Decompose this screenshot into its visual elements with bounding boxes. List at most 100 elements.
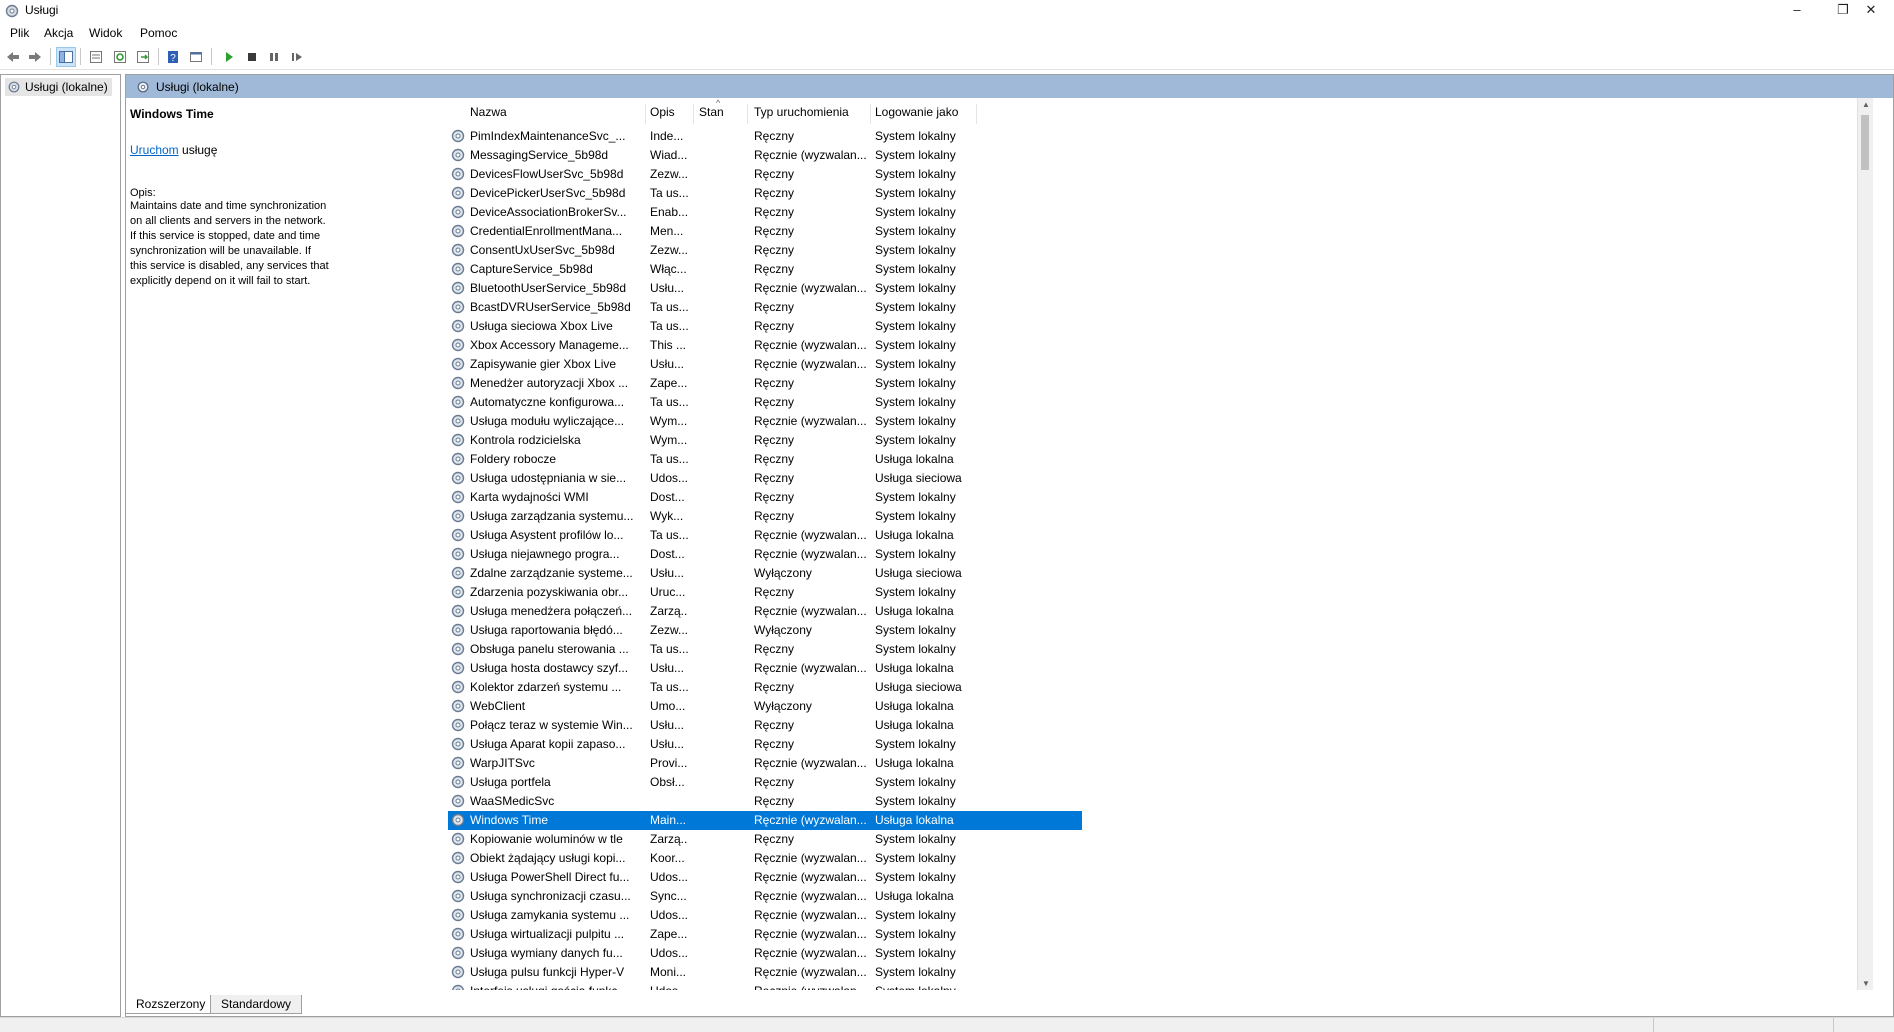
table-row[interactable]: WarpJITSvc Provi... Ręcznie (wyzwalan... Us… xyxy=(448,754,1082,773)
service-startup-type: Ręcznie (wyzwalan... xyxy=(754,148,866,162)
start-service-icon[interactable] xyxy=(219,47,239,67)
pause-service-icon[interactable] xyxy=(264,47,284,67)
table-row[interactable]: Usługa Asystent profilów lo... Ta us... Rę… xyxy=(448,526,1082,545)
table-row[interactable]: Obiekt żądający usługi kopi... Koor... Ręc… xyxy=(448,849,1082,868)
table-row[interactable]: Zdarzenia pozyskiwania obr... Uruc... Ręcz… xyxy=(448,583,1082,602)
service-gear-icon xyxy=(451,889,465,903)
table-row[interactable]: Usługa raportowania błędó... Zezw... Wyłąc… xyxy=(448,621,1082,640)
column-divider[interactable] xyxy=(645,104,646,124)
table-row[interactable]: Usługa niejawnego progra... Dost... Ręczni… xyxy=(448,545,1082,564)
column-header-logowanie-jako[interactable]: Logowanie jako xyxy=(875,98,958,119)
show-hide-tree-icon[interactable] xyxy=(56,47,76,67)
table-row[interactable]: Windows Time Main... Ręcznie (wyzwalan... U… xyxy=(448,811,1082,830)
table-row[interactable]: WebClient Umo... Wyłączony Usługa lokalna xyxy=(448,697,1082,716)
minimize-button[interactable]: – xyxy=(1774,0,1820,22)
scroll-up-icon[interactable]: ▲ xyxy=(1858,100,1873,109)
table-row[interactable]: Usługa modułu wyliczające... Wym... Ręczni… xyxy=(448,412,1082,431)
restart-service-icon[interactable] xyxy=(287,47,307,67)
toolbar-separator xyxy=(80,48,81,65)
service-startup-type: Ręcznie (wyzwalan... xyxy=(754,281,866,295)
table-row[interactable]: Usługa menedżera połączeń... Zarzą... Ręcz… xyxy=(448,602,1082,621)
table-row[interactable]: Kopiowanie woluminów w tle Zarzą... Ręczny… xyxy=(448,830,1082,849)
forward-arrow-icon[interactable] xyxy=(25,47,45,67)
table-row[interactable]: Interfejs usługi gościa funkc... Udos... R… xyxy=(448,982,1082,990)
table-row[interactable]: Menedżer autoryzacji Xbox ... Zape... Ręcz… xyxy=(448,374,1082,393)
scroll-down-icon[interactable]: ▼ xyxy=(1858,979,1873,988)
table-row[interactable]: WaaSMedicSvc Ręczny System lokalny xyxy=(448,792,1082,811)
table-row[interactable]: Usługa zarządzania systemu... Wyk... Ręczn… xyxy=(448,507,1082,526)
table-row[interactable]: CaptureService_5b98d Włąc... Ręczny System … xyxy=(448,260,1082,279)
tree-item-services-local[interactable]: Usługi (lokalne) xyxy=(5,78,112,96)
table-row[interactable]: Usługa wymiany danych fu... Udos... Ręczni… xyxy=(448,944,1082,963)
table-row[interactable]: Kolektor zdarzeń systemu ... Ta us... Ręcz… xyxy=(448,678,1082,697)
column-divider[interactable] xyxy=(870,104,871,124)
table-row[interactable]: Zdalne zarządzanie systeme... Usłu... Wyłą… xyxy=(448,564,1082,583)
service-log-on-as: System lokalny xyxy=(875,129,956,143)
table-row[interactable]: Zapisywanie gier Xbox Live Usłu... Ręcznie… xyxy=(448,355,1082,374)
table-row[interactable]: CredentialEnrollmentMana... Men... Ręczny S… xyxy=(448,222,1082,241)
export-list-icon[interactable] xyxy=(133,47,153,67)
services-gear-icon xyxy=(5,4,19,18)
stop-service-icon[interactable] xyxy=(242,47,262,67)
table-row[interactable]: Usługa sieciowa Xbox Live Ta us... Ręczny S… xyxy=(448,317,1082,336)
menu-widok[interactable]: Widok xyxy=(89,26,122,40)
column-divider[interactable] xyxy=(693,104,694,124)
table-row[interactable]: BcastDVRUserService_5b98d Ta us... Ręczny S… xyxy=(448,298,1082,317)
service-gear-icon xyxy=(451,148,465,162)
table-row[interactable]: MessagingService_5b98d Wiad... Ręcznie (wy… xyxy=(448,146,1082,165)
column-header-opis[interactable]: Opis xyxy=(650,98,675,119)
service-name: Usługa sieciowa Xbox Live xyxy=(470,319,613,333)
column-divider[interactable] xyxy=(747,104,748,124)
table-row[interactable]: Automatyczne konfigurowa... Ta us... Ręczn… xyxy=(448,393,1082,412)
properties-icon[interactable] xyxy=(86,47,106,67)
service-description-short: Usłu... xyxy=(650,661,685,675)
table-row[interactable]: ConsentUxUserSvc_5b98d Zezw... Ręczny Syste… xyxy=(448,241,1082,260)
table-row[interactable]: Kontrola rodzicielska Wym... Ręczny System … xyxy=(448,431,1082,450)
menu-pomoc[interactable]: Pomoc xyxy=(140,26,177,40)
table-row[interactable]: Usługa synchronizacji czasu... Sync... Ręc… xyxy=(448,887,1082,906)
services-gear-icon xyxy=(137,81,149,92)
table-row[interactable]: Usługa portfela Obsł... Ręczny System lokal… xyxy=(448,773,1082,792)
column-divider[interactable] xyxy=(976,104,977,124)
table-row[interactable]: DeviceAssociationBrokerSv... Enab... Ręczn… xyxy=(448,203,1082,222)
table-row[interactable]: Usługa pulsu funkcji Hyper-V Moni... Ręczn… xyxy=(448,963,1082,982)
service-gear-icon xyxy=(451,870,465,884)
scrollbar-thumb[interactable] xyxy=(1861,115,1869,170)
tab-standardowy[interactable]: Standardowy xyxy=(210,995,303,1014)
service-description-short: Uruc... xyxy=(650,585,686,599)
start-service-link[interactable]: Uruchom xyxy=(130,143,179,157)
table-row[interactable]: Usługa wirtualizacji pulpitu ... Zape... R… xyxy=(448,925,1082,944)
menu-akcja[interactable]: Akcja xyxy=(44,26,73,40)
table-row[interactable]: PimIndexMaintenanceSvc_... Inde... Ręczny S… xyxy=(448,127,1082,146)
table-row[interactable]: BluetoothUserService_5b98d Usłu... Ręcznie… xyxy=(448,279,1082,298)
service-log-on-as: System lokalny xyxy=(875,224,956,238)
service-gear-icon xyxy=(451,528,465,542)
help-icon[interactable]: ? xyxy=(163,47,183,67)
column-header-typ-uruchomienia[interactable]: Typ uruchomienia xyxy=(754,98,849,119)
column-header-nazwa[interactable]: Nazwa xyxy=(470,98,507,119)
service-name: Obiekt żądający usługi kopi... xyxy=(470,851,626,865)
menu-plik[interactable]: Plik xyxy=(10,26,29,40)
service-startup-type: Ręczny xyxy=(754,509,795,523)
table-row[interactable]: Usługa hosta dostawcy szyf... Usłu... Ręcz… xyxy=(448,659,1082,678)
service-log-on-as: System lokalny xyxy=(875,908,956,922)
table-row[interactable]: DevicePickerUserSvc_5b98d Ta us... Ręczny S… xyxy=(448,184,1082,203)
table-row[interactable]: Obsługa panelu sterowania ... Ta us... Ręc… xyxy=(448,640,1082,659)
console-view-icon[interactable] xyxy=(186,47,206,67)
service-name: MessagingService_5b98d xyxy=(470,148,609,162)
refresh-icon[interactable] xyxy=(110,47,130,67)
vertical-scrollbar[interactable]: ▲ ▼ xyxy=(1857,98,1873,990)
table-row[interactable]: Usługa zamykania systemu ... Udos... Ręczn… xyxy=(448,906,1082,925)
table-row[interactable]: DevicesFlowUserSvc_5b98d Zezw... Ręczny Sys… xyxy=(448,165,1082,184)
close-button[interactable]: ✕ xyxy=(1848,0,1894,22)
table-row[interactable]: Foldery robocze Ta us... Ręczny Usługa loka… xyxy=(448,450,1082,469)
table-row[interactable]: Usługa Aparat kopii zapaso... Usłu... Ręcz… xyxy=(448,735,1082,754)
table-row[interactable]: Karta wydajności WMI Dost... Ręczny System … xyxy=(448,488,1082,507)
tab-rozszerzony[interactable]: Rozszerzony xyxy=(125,995,217,1014)
back-arrow-icon[interactable] xyxy=(3,47,23,67)
services-list: Nazwa Opis Stan ^ Typ uruchomienia Logow… xyxy=(342,98,1873,990)
table-row[interactable]: Usługa PowerShell Direct fu... Udos... Ręc… xyxy=(448,868,1082,887)
table-row[interactable]: Xbox Accessory Manageme... This ... Ręczni… xyxy=(448,336,1082,355)
table-row[interactable]: Usługa udostępniania w sie... Udos... Ręcz… xyxy=(448,469,1082,488)
table-row[interactable]: Połącz teraz w systemie Win... Usłu... Ręc… xyxy=(448,716,1082,735)
